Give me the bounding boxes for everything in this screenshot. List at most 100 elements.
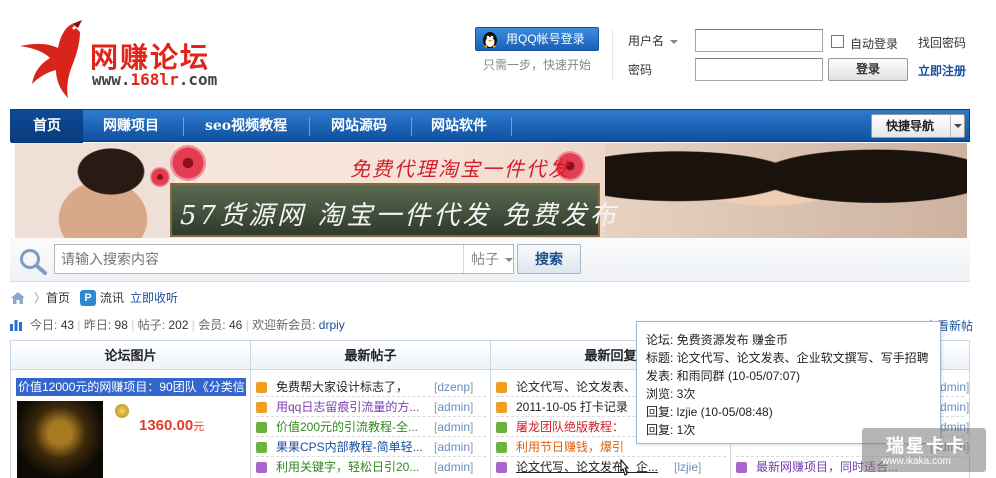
post-title[interactable]: 价值200元的引流教程-全... [276,417,418,437]
login-divider [612,30,613,80]
ad-banner[interactable]: 免费代理淘宝一件代发 57货源网 淘宝一件代发 免费发布 [15,143,967,238]
bar-chart-icon [10,320,22,331]
chevron-down-icon [505,258,513,263]
breadcrumb-home[interactable]: 首页 [46,290,70,306]
post-title[interactable]: 利用节日赚钱，爆引 [516,437,624,457]
logo-url-suffix: .com [178,70,218,89]
nav-software[interactable]: 网站软件 [413,110,505,143]
post-author[interactable]: admin [437,400,470,414]
tooltip-views: 浏览: 3次 [646,387,696,401]
post-title[interactable]: 利用关键字，轻松日引20... [276,457,419,477]
forgot-password-link[interactable]: 找回密码 [918,34,966,51]
home-icon[interactable] [10,291,26,305]
liuxun-label: 流讯 [100,291,125,305]
nav-separator [411,117,412,136]
nav-separator [511,117,512,136]
main-nav: 首页 网赚项目 seo视频教程 网站源码 网站软件 快捷导航 [10,109,970,143]
post-icon [256,402,267,413]
search-box: 帖子 [54,244,514,274]
qq-login-label: 用QQ帐号登录 [506,32,585,46]
post-author[interactable]: dzenp [437,380,470,394]
post-author[interactable]: admin [437,440,470,454]
search-type-label: 帖子 [471,251,499,267]
logo-url-prefix: www. [92,70,131,89]
yesterday-label: 昨日: [83,318,112,332]
members-count: 46 [228,318,243,332]
yesterday-count: 98 [114,318,128,332]
post-title[interactable]: 2011-10-05 打卡记录 [516,397,628,417]
thread-tooltip: 论坛: 免费资源发布 赚金币 标题: 论文代写、论文发表、企业软文撰写、写手招聘… [636,321,941,444]
quick-nav-label: 快捷导航 [886,119,935,133]
search-type-select[interactable]: 帖子 [463,245,513,273]
thread-image[interactable] [17,401,103,478]
logo-url: www.168lr.com [92,70,217,89]
post-title[interactable]: 果果CPS内部教程-简单轻... [276,437,423,457]
post-author[interactable]: lzjie [677,460,698,474]
image-price: 1360.00元 [139,417,204,434]
watermark: 瑞星卡卡 www.ikaka.com [862,428,986,472]
post-title[interactable]: 免费帮大家设计标志了， [276,377,408,397]
tooltip-last-reply: 回复: lzjie (10-05/08:48) [646,405,773,419]
post-icon [256,462,267,473]
post-icon [496,422,507,433]
search-input[interactable] [61,249,461,269]
nav-projects[interactable]: 网赚项目 [85,110,177,143]
liuxun-p-icon: P [80,290,96,306]
list-item[interactable]: 果果CPS内部教程-简单轻... [admin] [256,437,486,457]
username-input[interactable] [695,29,823,52]
site-logo[interactable]: 网赚论坛 www.168lr.com [10,18,230,102]
post-icon [496,442,507,453]
post-icon [256,382,267,393]
auto-login-label: 自动登录 [850,37,899,51]
list-item[interactable]: 免费帮大家设计标志了， [dzenp] [256,377,486,397]
quick-nav-dropdown[interactable]: 快捷导航 [871,114,965,138]
post-title[interactable]: 论文代写、论文发布、企... [516,457,658,477]
banner-board: 57货源网 淘宝一件代发 免费发布 [170,183,616,237]
tooltip-title: 标题: 论文代写、论文发表、企业软文撰写、写手招聘 [646,351,929,365]
chevron-down-icon [950,115,964,137]
nav-separator [309,117,310,136]
list-item[interactable]: 用qq日志留痕引流量的方... [admin] [256,397,486,417]
list-item[interactable]: 利用关键字，轻松日引20... [admin] [256,457,486,477]
list-item[interactable]: 论文代写、论文发布、企... [lzjie] [496,457,726,477]
post-author[interactable]: admin [437,460,470,474]
flower-decoration [150,167,170,187]
nav-seo-videos[interactable]: seo视频教程 [187,110,305,143]
post-icon [736,462,747,473]
welcome-label: 欢迎新会员: [252,318,316,332]
post-title[interactable]: 屠龙团队绝版教程： [516,417,624,437]
image-caption[interactable]: 价值12000元的网赚项目：90团队《分类信 [16,378,246,396]
chevron-down-icon [670,39,679,44]
password-input[interactable] [695,58,823,81]
password-label: 密码 [628,63,653,77]
posts-label: 帖子: [137,318,166,332]
auto-login-checkbox[interactable] [831,35,844,48]
post-title[interactable]: 用qq日志留痕引流量的方... [276,397,419,417]
post-icon [496,382,507,393]
posts-count: 202 [168,318,189,332]
post-title[interactable]: 论文代写、论文发表、 [516,377,636,397]
banner-models-right [605,143,967,238]
today-label: 今日: [30,318,58,332]
new-member-link[interactable]: drpiy [319,318,345,332]
qq-penguin-icon [483,32,497,48]
search-button[interactable]: 搜索 [517,244,581,274]
bird-icon [20,20,82,98]
login-button[interactable]: 登录 [828,58,908,81]
watermark-url: www.ikaka.com [882,456,951,467]
post-icon [256,422,267,433]
username-type-select[interactable]: 用户名 [628,32,679,49]
register-link[interactable]: 立即注册 [918,62,966,79]
image-price-value: 1360.00 [139,417,194,434]
qq-login-button[interactable]: 用QQ帐号登录 [475,27,599,51]
nav-home[interactable]: 首页 [11,110,83,143]
forum-stats: 今日: 43 | 昨日: 98 | 帖子: 202 | 会员: 46 | 欢迎新… [10,317,345,333]
post-author[interactable]: admin [437,420,470,434]
listen-now-link[interactable]: 立即收听 [130,290,178,306]
list-item[interactable]: 价值200元的引流教程-全... [admin] [256,417,486,437]
forum-images-column: 论坛图片 价值12000元的网赚项目：90团队《分类信 1360.00元 [11,341,251,478]
nav-source-code[interactable]: 网站源码 [313,110,405,143]
watermark-text: 瑞星卡卡 [886,436,966,456]
latest-posts-column: 最新帖子 免费帮大家设计标志了， [dzenp] 用qq日志留痕引流量的方...… [251,341,491,478]
banner-board-text: 57货源网 淘宝一件代发 免费发布 [180,201,619,231]
